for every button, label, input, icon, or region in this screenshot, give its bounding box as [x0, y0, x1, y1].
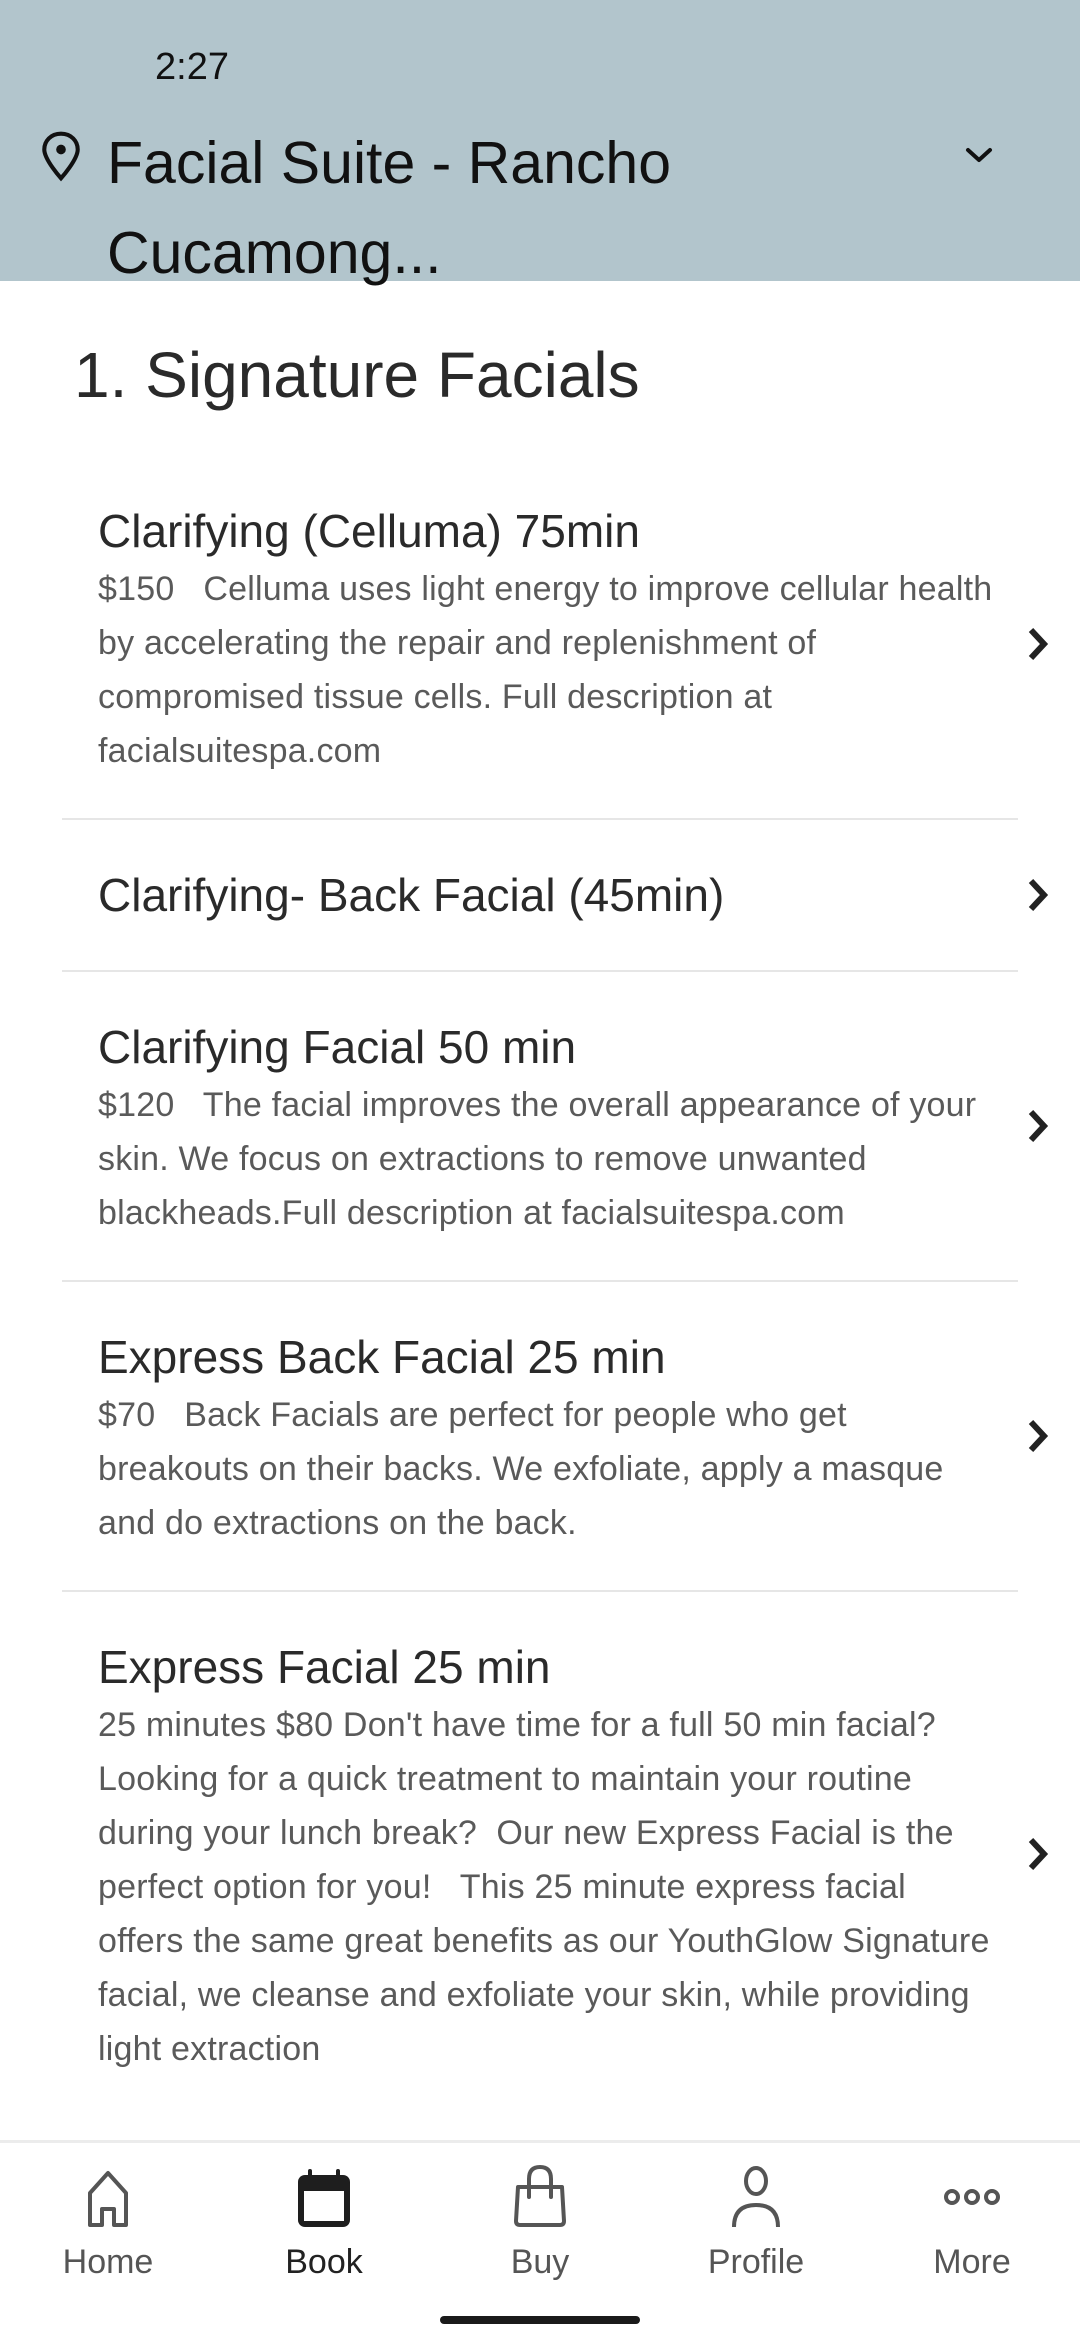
chevron-right-icon: [1028, 878, 1049, 912]
calendar-icon: [298, 2169, 350, 2227]
nav-home[interactable]: Home: [28, 2163, 188, 2282]
nav-label: Buy: [510, 2243, 570, 2281]
shopping-bag-icon: [514, 2164, 566, 2227]
more-dots-icon: [944, 2189, 1000, 2205]
section-title: 1. Signature Facials: [74, 339, 640, 411]
service-item[interactable]: Clarifying Facial 50 min $120 The facial…: [0, 972, 1080, 1280]
nav-more[interactable]: More: [892, 2163, 1052, 2282]
service-title: Clarifying (Celluma) 75min: [98, 505, 640, 557]
nav-label: Home: [62, 2243, 154, 2281]
service-item[interactable]: Express Facial 25 min 25 minutes $80 Don…: [0, 1592, 1080, 2116]
home-icon: [88, 2171, 128, 2227]
chevron-right-icon: [1028, 1109, 1049, 1143]
nav-profile[interactable]: Profile: [676, 2163, 836, 2282]
service-title: Express Facial 25 min: [98, 1641, 551, 1693]
map-pin-icon: [42, 131, 80, 182]
service-title: Clarifying- Back Facial (45min): [98, 869, 725, 921]
nav-book[interactable]: Book: [244, 2163, 404, 2282]
service-item[interactable]: Clarifying (Celluma) 75min $150 Celluma …: [0, 470, 1080, 818]
service-description: $150 Celluma uses light energy to improv…: [98, 570, 1003, 770]
location-selector[interactable]: Facial Suite - Rancho Cucamong...: [107, 118, 747, 298]
nav-label: Book: [285, 2243, 363, 2281]
chevron-right-icon: [1028, 1837, 1049, 1871]
service-title: Express Back Facial 25 min: [98, 1331, 666, 1383]
service-title: Clarifying Facial 50 min: [98, 1021, 577, 1073]
nav-buy[interactable]: Buy: [460, 2163, 620, 2282]
status-time: 2:27: [155, 46, 229, 88]
service-item[interactable]: Express Back Facial 25 min $70 Back Faci…: [0, 1282, 1080, 1590]
home-indicator[interactable]: [440, 2316, 640, 2324]
location-header: 2:27 Facial Suite - Rancho Cucamong...: [0, 0, 1080, 286]
service-description: $120 The facial improves the overall app…: [98, 1086, 986, 1232]
service-item[interactable]: Clarifying- Back Facial (45min): [0, 820, 1080, 970]
chevron-down-icon[interactable]: [962, 140, 996, 170]
service-description: $70 Back Facials are perfect for people …: [98, 1396, 954, 1542]
nav-label: More: [933, 2243, 1011, 2281]
service-description: 25 minutes $80 Don't have time for a ful…: [98, 1706, 1000, 2068]
chevron-right-icon: [1028, 627, 1049, 661]
chevron-right-icon: [1028, 1419, 1049, 1453]
person-icon: [732, 2166, 780, 2228]
service-list: Clarifying (Celluma) 75min $150 Celluma …: [0, 470, 1080, 2116]
nav-label: Profile: [707, 2243, 805, 2281]
bottom-nav: Home Book Buy Profile More: [0, 2140, 1080, 2343]
